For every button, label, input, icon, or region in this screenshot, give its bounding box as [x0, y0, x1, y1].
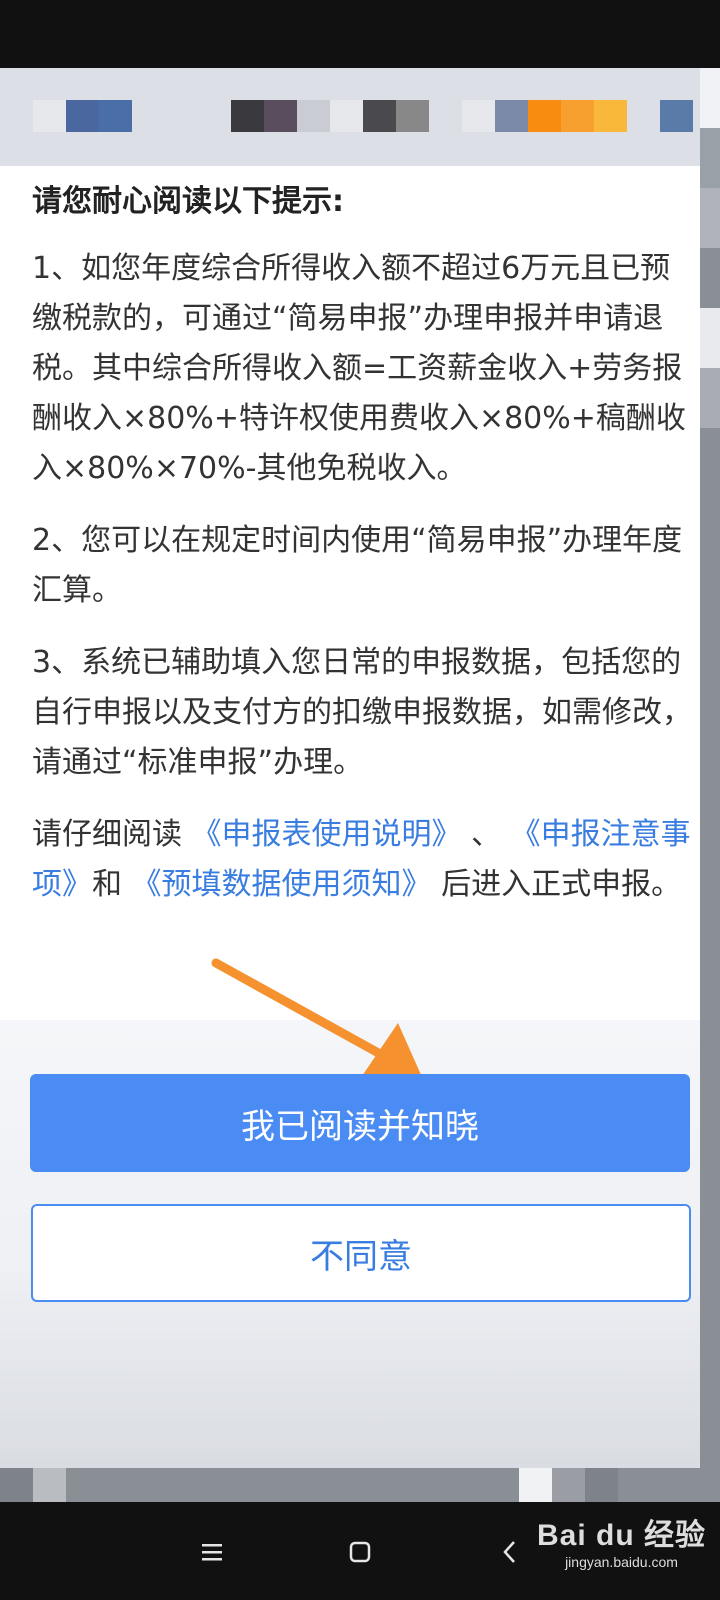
- prefilled-data-notice-link[interactable]: 《预填数据使用须知》: [132, 867, 432, 902]
- notice-item-1: 1、如您年度综合所得收入额不超过6万元且已预缴税款的，可通过“简易申报”办理申报…: [32, 251, 686, 486]
- pixel-block: [264, 100, 297, 132]
- pixel-block: [462, 100, 495, 132]
- status-bar: [0, 0, 720, 68]
- confirm-read-button[interactable]: 我已阅读并知晓: [30, 1074, 690, 1172]
- pixel-block: [66, 100, 99, 132]
- decline-button[interactable]: 不同意: [31, 1204, 691, 1302]
- pixel-block: [495, 100, 528, 132]
- watermark-url: jingyan.baidu.com: [565, 1554, 678, 1570]
- pixel-block: [330, 100, 363, 132]
- pixelated-header-content: [0, 100, 693, 132]
- pixel-block: [594, 100, 627, 132]
- pixel-block: [198, 100, 231, 132]
- pixel-block: [561, 100, 594, 132]
- pixel-block: [429, 100, 462, 132]
- reading-notice-suffix: 后进入正式申报。: [431, 867, 682, 902]
- dialog-content: 请您耐心阅读以下提示: 1、如您年度综合所得收入额不超过6万元且已预缴税款的，可…: [32, 180, 692, 932]
- pixel-block: [660, 100, 693, 132]
- blurred-background-header: [0, 68, 700, 166]
- reading-notice-separator: 、: [461, 817, 511, 852]
- pixel-block: [627, 100, 660, 132]
- blurred-background-footer: [0, 1468, 720, 1502]
- pixel-block: [396, 100, 429, 132]
- watermark-logo: Bai du 经验: [536, 1519, 706, 1552]
- pixel-block: [99, 100, 132, 132]
- dialog-title: 请您耐心阅读以下提示:: [32, 184, 344, 219]
- reading-notice: 请仔细阅读 《申报表使用说明》 、 《申报注意事项》和 《预填数据使用须知》 后…: [32, 810, 692, 910]
- pixel-block: [231, 100, 264, 132]
- pixel-block: [363, 100, 396, 132]
- declaration-instructions-link[interactable]: 《申报表使用说明》: [192, 817, 462, 852]
- back-icon[interactable]: [480, 1522, 540, 1582]
- baidu-jingyan-watermark: Bai du 经验 jingyan.baidu.com: [537, 1518, 706, 1570]
- reading-notice-and: 和: [92, 867, 132, 902]
- pixel-block: [33, 100, 66, 132]
- system-navigation-bar: Bai du 经验 jingyan.baidu.com: [0, 1502, 720, 1600]
- notice-item-2: 2、您可以在规定时间内使用“简易申报”办理年度汇算。: [32, 523, 683, 608]
- pixel-block: [165, 100, 198, 132]
- home-icon[interactable]: [330, 1522, 390, 1582]
- pixel-block: [132, 100, 165, 132]
- menu-icon[interactable]: [182, 1522, 242, 1582]
- blurred-background-edge: [700, 68, 720, 1468]
- reading-notice-prefix: 请仔细阅读: [32, 817, 192, 852]
- pixel-block: [528, 100, 561, 132]
- pixel-block: [0, 100, 33, 132]
- notice-item-3: 3、系统已辅助填入您日常的申报数据，包括您的自行申报以及支付方的扣缴申报数据，如…: [32, 645, 692, 780]
- pixel-block: [297, 100, 330, 132]
